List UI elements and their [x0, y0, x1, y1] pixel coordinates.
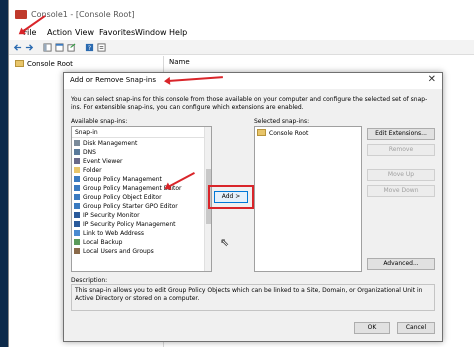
export-icon[interactable] — [67, 43, 76, 52]
tree-item-label: Console Root — [27, 60, 73, 68]
list-item-label: IP Security Monitor — [83, 212, 140, 219]
snapin-column-header[interactable]: Snap-in — [72, 127, 211, 138]
list-item-label: Console Root — [269, 130, 309, 137]
toolbar: ? — [9, 40, 474, 55]
backup-icon — [74, 239, 80, 245]
mouse-cursor-icon: ⇖ — [220, 236, 230, 249]
forward-icon[interactable] — [25, 43, 34, 52]
menu-view[interactable]: View — [75, 28, 94, 37]
help-icon[interactable]: ? — [85, 43, 94, 52]
list-item-label: Disk Management — [83, 140, 138, 147]
disk-icon — [74, 140, 80, 146]
selected-snapins-label: Selected snap-ins: — [254, 118, 310, 125]
name-column-header[interactable]: Name — [169, 58, 190, 66]
advanced-button[interactable]: Advanced... — [367, 258, 435, 270]
list-item[interactable]: Local Backup — [74, 239, 122, 247]
list-item[interactable]: Folder — [74, 167, 102, 175]
web-link-icon — [74, 230, 80, 236]
list-item[interactable]: Event Viewer — [74, 158, 123, 166]
description-label: Description: — [71, 277, 108, 284]
event-viewer-icon — [74, 158, 80, 164]
menu-window[interactable]: Window — [135, 28, 167, 37]
console-tree-icon[interactable] — [43, 43, 52, 52]
folder-icon — [257, 129, 266, 136]
list-item-label: Group Policy Management — [83, 176, 162, 183]
group-policy-icon — [74, 185, 80, 191]
list-item[interactable]: IP Security Monitor — [74, 212, 140, 220]
users-icon — [74, 248, 80, 254]
dialog-description: You can select snap-ins for this console… — [71, 96, 428, 111]
list-item-label: Group Policy Starter GPO Editor — [83, 203, 178, 210]
tree-item-console-root[interactable]: Console Root — [15, 60, 73, 68]
remove-button[interactable]: Remove — [367, 144, 435, 156]
description-box: This snap-in allows you to edit Group Po… — [71, 284, 435, 311]
menu-bar: File Action View Favorites Window Help — [9, 26, 474, 40]
list-item[interactable]: Group Policy Starter GPO Editor — [74, 203, 178, 211]
group-policy-icon — [74, 194, 80, 200]
list-item[interactable]: Link to Web Address — [74, 230, 144, 238]
list-item-label: Local Users and Groups — [83, 248, 154, 255]
back-icon[interactable] — [13, 43, 22, 52]
list-item[interactable]: DNS — [74, 149, 96, 157]
cancel-button[interactable]: Cancel — [397, 322, 435, 334]
available-snapins-list[interactable]: Snap-in Disk Management DNS Event Viewer… — [71, 126, 212, 272]
screen: Console1 - [Console Root] File Action Vi… — [0, 0, 474, 347]
folder-icon — [15, 60, 24, 67]
list-item[interactable]: Local Users and Groups — [74, 248, 154, 256]
dialog-title-bar: Add or Remove Snap-ins ✕ — [64, 73, 442, 89]
title-bar: Console1 - [Console Root] — [9, 0, 474, 26]
selected-snapins-list[interactable]: Console Root — [254, 126, 362, 272]
list-item[interactable]: Group Policy Management — [74, 176, 162, 184]
list-item-label: Link to Web Address — [83, 230, 145, 237]
mmc-app-icon — [15, 10, 27, 19]
list-item[interactable]: Group Policy Object Editor — [74, 194, 162, 202]
folder-icon — [74, 167, 80, 173]
list-item-label: DNS — [83, 149, 96, 156]
list-item-label: Event Viewer — [83, 158, 123, 165]
list-item[interactable]: Console Root — [257, 129, 308, 137]
menu-help[interactable]: Help — [169, 28, 187, 37]
menu-action[interactable]: Action — [47, 28, 72, 37]
security-icon — [74, 212, 80, 218]
properties-icon[interactable] — [97, 43, 106, 52]
security-icon — [74, 221, 80, 227]
list-item-label: Folder — [83, 167, 102, 174]
move-down-button[interactable]: Move Down — [367, 185, 435, 197]
list-item-label: IP Security Policy Management — [83, 221, 176, 228]
edit-extensions-button[interactable]: Edit Extensions... — [367, 128, 435, 140]
annotation-highlight-add-button — [208, 185, 254, 209]
group-policy-icon — [74, 176, 80, 182]
list-item[interactable]: IP Security Policy Management — [74, 221, 176, 229]
window-title: Console1 - [Console Root] — [31, 10, 135, 19]
window-icon[interactable] — [55, 43, 64, 52]
ok-button[interactable]: OK — [354, 322, 390, 334]
dns-icon — [74, 149, 80, 155]
available-snapins-label: Available snap-ins: — [71, 118, 128, 125]
dialog-title: Add or Remove Snap-ins — [70, 76, 156, 84]
menu-favorites[interactable]: Favorites — [99, 28, 135, 37]
list-item[interactable]: Disk Management — [74, 140, 137, 148]
move-up-button[interactable]: Move Up — [367, 169, 435, 181]
list-item-label: Local Backup — [83, 239, 123, 246]
close-icon[interactable]: ✕ — [428, 74, 436, 85]
list-item-label: Group Policy Object Editor — [83, 194, 162, 201]
group-policy-icon — [74, 203, 80, 209]
svg-text:?: ? — [88, 45, 91, 52]
